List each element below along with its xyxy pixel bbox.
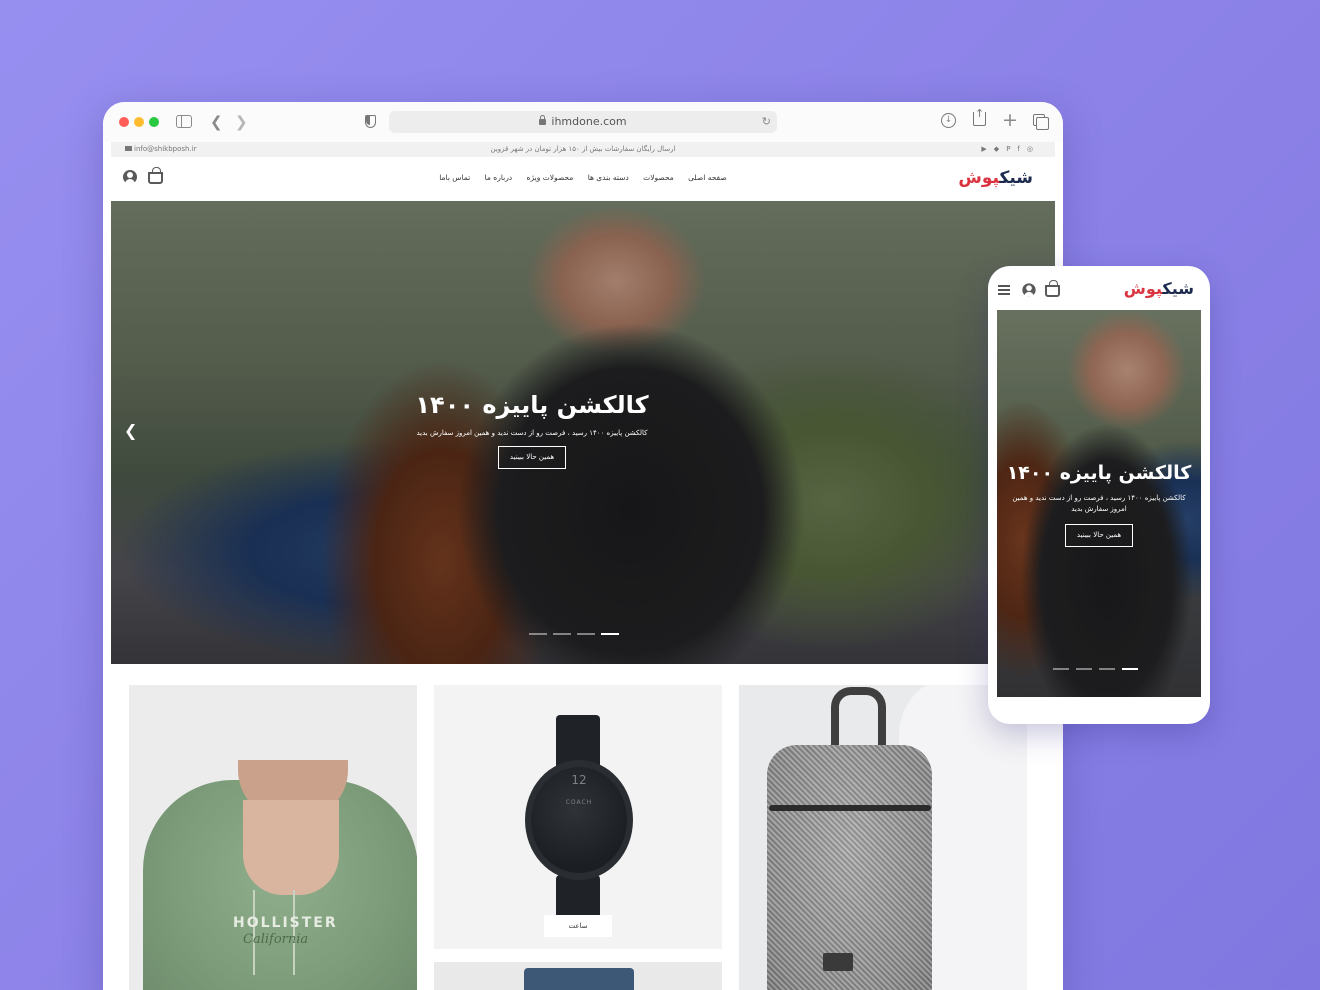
website-desktop: info@shikbposh.ir ارسال رایگان سفارشات ب… xyxy=(111,142,1055,990)
pinterest-icon[interactable]: P xyxy=(1006,142,1010,157)
mobile-hero-subtitle: کالکشن پاییزه ۱۴۰۰ رسید ، فرصت رو از دست… xyxy=(1012,494,1186,513)
slider-dot[interactable] xyxy=(1099,668,1115,670)
facebook-icon[interactable]: f xyxy=(1017,142,1019,157)
mobile-header: شیکپوش xyxy=(988,266,1210,310)
share-icon[interactable] xyxy=(973,104,986,126)
site-logo[interactable]: شیکپوش xyxy=(958,168,1033,188)
mobile-hero-title: کالکشن پاییزه ۱۴۰۰ xyxy=(1006,462,1192,484)
main-navbar: صفحه اصلی محصولات دسته بندی ها محصولات و… xyxy=(111,157,1055,201)
hero-cta-button[interactable]: همین حالا ببینید xyxy=(498,446,566,469)
nav-item-categories[interactable]: دسته بندی ها xyxy=(588,173,629,182)
product-card-hoodie[interactable]: HOLLISTER California xyxy=(129,685,417,990)
mobile-hero-cta-button[interactable]: همین حالا ببینید xyxy=(1065,524,1133,547)
instagram-icon[interactable]: ◎ xyxy=(1027,142,1033,157)
slider-dot[interactable] xyxy=(1053,668,1069,670)
maximize-window-button[interactable] xyxy=(149,117,159,127)
hero-slider: ❮ کالکشن پاییزه ۱۴۰۰ کالکشن پاییزه ۱۴۰۰ … xyxy=(111,201,1055,664)
nav-item-products[interactable]: محصولات xyxy=(643,173,674,182)
hoodie-image: HOLLISTER California xyxy=(143,760,417,990)
slider-dot[interactable] xyxy=(529,633,547,635)
hero-subtitle: کالکشن پاییزه ۱۴۰۰ رسید ، فرصت رو از دست… xyxy=(416,429,648,437)
nav-item-about[interactable]: درباره ما xyxy=(485,173,513,182)
close-window-button[interactable] xyxy=(119,117,129,127)
slider-dot[interactable] xyxy=(553,633,571,635)
slider-dot-active[interactable] xyxy=(1122,668,1138,670)
mobile-logo[interactable]: شیکپوش xyxy=(1124,279,1194,298)
mobile-slider-pagination xyxy=(1053,668,1138,670)
reload-icon[interactable]: ↻ xyxy=(762,111,771,133)
slider-pagination xyxy=(529,633,619,635)
nav-item-home[interactable]: صفحه اصلی xyxy=(688,173,727,182)
youtube-icon[interactable]: ▶ xyxy=(981,142,986,157)
mobile-hero-content: کالکشن پاییزه ۱۴۰۰ کالکشن پاییزه ۱۴۰۰ رس… xyxy=(997,462,1201,547)
url-text: ihmdone.com xyxy=(551,115,627,128)
browser-toolbar: ❮ ❯ ihmdone.com ↻ ↓ + xyxy=(103,102,1063,142)
lock-icon xyxy=(539,115,547,125)
nav-item-featured[interactable]: محصولات ویژه xyxy=(527,173,574,182)
sidebar-toggle-icon[interactable] xyxy=(176,115,192,128)
user-account-icon[interactable] xyxy=(1022,283,1036,297)
mobile-hero-slider: کالکشن پاییزه ۱۴۰۰ کالکشن پاییزه ۱۴۰۰ رس… xyxy=(997,310,1201,697)
tab-overview-icon[interactable] xyxy=(1033,114,1049,130)
hoodie-script: California xyxy=(243,932,309,947)
address-bar[interactable]: ihmdone.com ↻ xyxy=(389,111,777,133)
new-tab-icon[interactable]: + xyxy=(1002,110,1018,130)
watch-category-label[interactable]: ساعت xyxy=(544,915,612,937)
product-cards: HOLLISTER California 12 COACH ساعت xyxy=(111,664,1055,990)
minimize-window-button[interactable] xyxy=(134,117,144,127)
nav-item-contact[interactable]: تماس باما xyxy=(439,173,470,182)
back-arrow-icon[interactable]: ❮ xyxy=(210,112,223,132)
mobile-preview: شیکپوش کالکشن پاییزه ۱۴۰۰ کالکشن پاییزه … xyxy=(988,266,1210,724)
slider-dot[interactable] xyxy=(1076,668,1092,670)
snapchat-icon[interactable]: ◆ xyxy=(994,142,999,157)
hamburger-menu-icon[interactable] xyxy=(998,285,1010,295)
shipping-message: ارسال رایگان سفارشات بیش از ۱۵۰ هزار توم… xyxy=(490,145,676,153)
product-card-jeans[interactable] xyxy=(434,962,722,990)
hero-content: کالکشن پاییزه ۱۴۰۰ کالکشن پاییزه ۱۴۰۰ رس… xyxy=(111,391,1055,469)
nav-menu: صفحه اصلی محصولات دسته بندی ها محصولات و… xyxy=(111,173,1055,182)
privacy-shield-icon[interactable] xyxy=(365,115,376,128)
forward-arrow-icon[interactable]: ❯ xyxy=(235,112,248,132)
product-card-watch[interactable]: 12 COACH ساعت xyxy=(434,685,722,949)
social-links: ▶ ◆ P f ◎ xyxy=(981,142,1033,157)
slider-dot-active[interactable] xyxy=(601,633,619,635)
product-card-backpack[interactable] xyxy=(739,685,1027,990)
shopping-basket-icon[interactable] xyxy=(1045,280,1060,297)
download-icon[interactable]: ↓ xyxy=(941,113,956,128)
watch-face: 12 COACH xyxy=(531,767,627,873)
hoodie-print: HOLLISTER xyxy=(233,915,338,931)
browser-window: ❮ ❯ ihmdone.com ↻ ↓ + info@shikbposh.ir … xyxy=(103,102,1063,990)
slider-dot[interactable] xyxy=(577,633,595,635)
hero-title: کالکشن پاییزه ۱۴۰۰ xyxy=(415,391,649,419)
top-bar: info@shikbposh.ir ارسال رایگان سفارشات ب… xyxy=(111,142,1055,157)
